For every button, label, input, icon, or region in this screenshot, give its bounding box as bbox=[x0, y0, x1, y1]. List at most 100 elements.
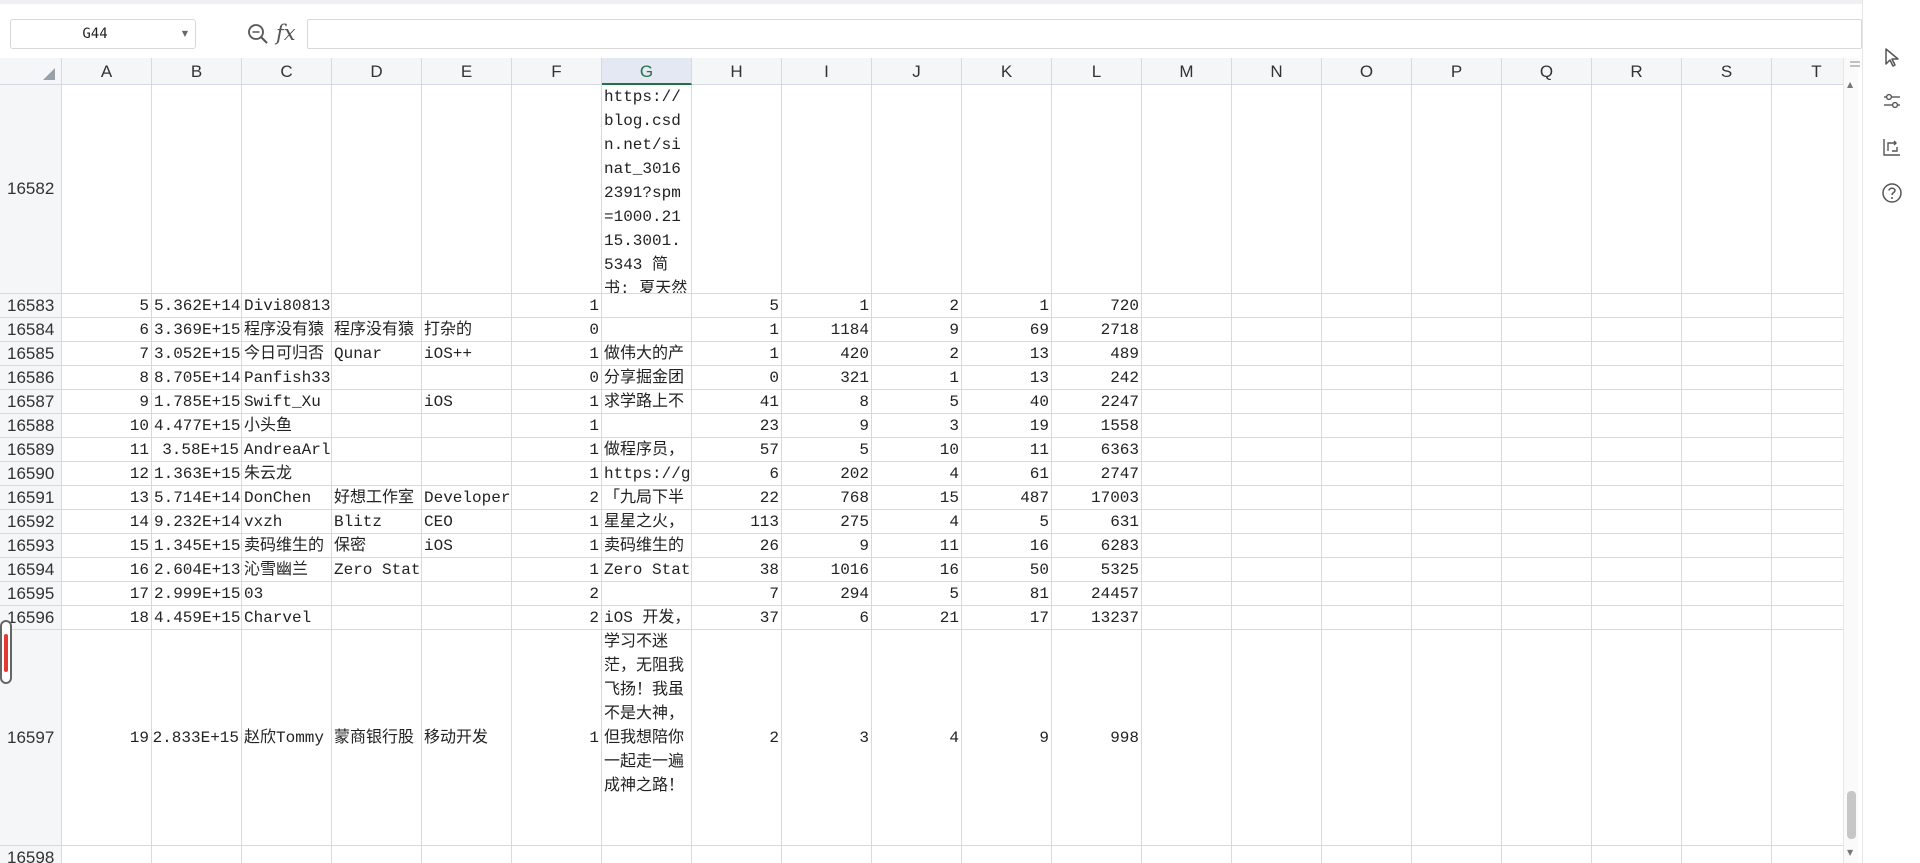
cell-h16595[interactable]: 7 bbox=[692, 582, 782, 606]
cell-a16582[interactable] bbox=[62, 85, 152, 294]
cell-l16593[interactable]: 6283 bbox=[1052, 534, 1142, 558]
cell-n16583[interactable] bbox=[1232, 294, 1322, 318]
cell-n16586[interactable] bbox=[1232, 366, 1322, 390]
cell-l16592[interactable]: 631 bbox=[1052, 510, 1142, 534]
cell-b16588[interactable]: 4.477E+15 bbox=[152, 414, 242, 438]
cell-h16585[interactable]: 1 bbox=[692, 342, 782, 366]
cell-h16588[interactable]: 23 bbox=[692, 414, 782, 438]
row-header[interactable]: 16585 bbox=[0, 342, 62, 366]
cell-p16594[interactable] bbox=[1412, 558, 1502, 582]
cell-s16589[interactable] bbox=[1682, 438, 1772, 462]
cell-e16593[interactable]: iOS bbox=[422, 534, 512, 558]
cell-q16585[interactable] bbox=[1502, 342, 1592, 366]
cell-r16591[interactable] bbox=[1592, 486, 1682, 510]
cell-b16582[interactable] bbox=[152, 85, 242, 294]
cell-s16592[interactable] bbox=[1682, 510, 1772, 534]
cell-m16590[interactable] bbox=[1142, 462, 1232, 486]
cell-g16586[interactable]: 分享掘金团 bbox=[602, 366, 692, 390]
column-header-o[interactable]: O bbox=[1322, 58, 1412, 85]
cell-d16586[interactable] bbox=[332, 366, 422, 390]
cell-s16598[interactable] bbox=[1682, 846, 1772, 863]
cell-c16598[interactable] bbox=[242, 846, 332, 863]
cell-g16583[interactable] bbox=[602, 294, 692, 318]
cell-s16593[interactable] bbox=[1682, 534, 1772, 558]
cell-e16592[interactable]: CEO bbox=[422, 510, 512, 534]
cell-e16587[interactable]: iOS bbox=[422, 390, 512, 414]
cell-e16582[interactable] bbox=[422, 85, 512, 294]
row-header[interactable]: 16594 bbox=[0, 558, 62, 582]
cell-c16582[interactable] bbox=[242, 85, 332, 294]
cell-a16587[interactable]: 9 bbox=[62, 390, 152, 414]
cell-r16586[interactable] bbox=[1592, 366, 1682, 390]
cell-m16587[interactable] bbox=[1142, 390, 1232, 414]
cell-n16582[interactable] bbox=[1232, 85, 1322, 294]
cell-h16584[interactable]: 1 bbox=[692, 318, 782, 342]
row-header[interactable]: 16587 bbox=[0, 390, 62, 414]
cell-e16586[interactable] bbox=[422, 366, 512, 390]
cell-n16592[interactable] bbox=[1232, 510, 1322, 534]
cell-f16582[interactable] bbox=[512, 85, 602, 294]
cell-i16589[interactable]: 5 bbox=[782, 438, 872, 462]
cell-q16584[interactable] bbox=[1502, 318, 1592, 342]
cell-r16594[interactable] bbox=[1592, 558, 1682, 582]
cell-e16583[interactable] bbox=[422, 294, 512, 318]
cell-e16585[interactable]: iOS++ bbox=[422, 342, 512, 366]
cell-f16592[interactable]: 1 bbox=[512, 510, 602, 534]
cell-b16595[interactable]: 2.999E+15 bbox=[152, 582, 242, 606]
cell-m16588[interactable] bbox=[1142, 414, 1232, 438]
column-header-r[interactable]: R bbox=[1592, 58, 1682, 85]
cell-b16590[interactable]: 1.363E+15 bbox=[152, 462, 242, 486]
cell-p16583[interactable] bbox=[1412, 294, 1502, 318]
cell-h16597[interactable]: 2 bbox=[692, 630, 782, 846]
cell-d16591[interactable]: 好想工作室 bbox=[332, 486, 422, 510]
cell-s16587[interactable] bbox=[1682, 390, 1772, 414]
transform-icon[interactable] bbox=[1881, 136, 1903, 158]
cell-d16597[interactable]: 蒙商银行股 bbox=[332, 630, 422, 846]
name-box[interactable]: G44 ▼ bbox=[10, 19, 196, 49]
cell-k16589[interactable]: 11 bbox=[962, 438, 1052, 462]
cell-t16582[interactable] bbox=[1772, 85, 1843, 294]
cell-c16596[interactable]: Charvel bbox=[242, 606, 332, 630]
cell-j16597[interactable]: 4 bbox=[872, 630, 962, 846]
cell-k16592[interactable]: 5 bbox=[962, 510, 1052, 534]
cell-l16587[interactable]: 2247 bbox=[1052, 390, 1142, 414]
cell-n16594[interactable] bbox=[1232, 558, 1322, 582]
cell-f16584[interactable]: 0 bbox=[512, 318, 602, 342]
column-header-d[interactable]: D bbox=[332, 58, 422, 85]
cell-m16583[interactable] bbox=[1142, 294, 1232, 318]
cell-e16597[interactable]: 移动开发 bbox=[422, 630, 512, 846]
cell-n16598[interactable] bbox=[1232, 846, 1322, 863]
cell-o16592[interactable] bbox=[1322, 510, 1412, 534]
cell-a16590[interactable]: 12 bbox=[62, 462, 152, 486]
cell-o16593[interactable] bbox=[1322, 534, 1412, 558]
cell-q16582[interactable] bbox=[1502, 85, 1592, 294]
cell-d16582[interactable] bbox=[332, 85, 422, 294]
function-icon[interactable]: fx bbox=[276, 18, 302, 48]
cell-i16588[interactable]: 9 bbox=[782, 414, 872, 438]
cell-k16585[interactable]: 13 bbox=[962, 342, 1052, 366]
cell-i16595[interactable]: 294 bbox=[782, 582, 872, 606]
cell-m16591[interactable] bbox=[1142, 486, 1232, 510]
cell-g16595[interactable] bbox=[602, 582, 692, 606]
cell-c16587[interactable]: Swift_Xu bbox=[242, 390, 332, 414]
column-header-q[interactable]: Q bbox=[1502, 58, 1592, 85]
cell-q16597[interactable] bbox=[1502, 630, 1592, 846]
cell-g16593[interactable]: 卖码维生的 bbox=[602, 534, 692, 558]
cell-t16598[interactable] bbox=[1772, 846, 1843, 863]
cell-h16587[interactable]: 41 bbox=[692, 390, 782, 414]
column-header-b[interactable]: B bbox=[152, 58, 242, 85]
cell-h16590[interactable]: 6 bbox=[692, 462, 782, 486]
cell-q16593[interactable] bbox=[1502, 534, 1592, 558]
cell-b16586[interactable]: 8.705E+14 bbox=[152, 366, 242, 390]
cell-r16596[interactable] bbox=[1592, 606, 1682, 630]
cell-f16594[interactable]: 1 bbox=[512, 558, 602, 582]
cell-q16591[interactable] bbox=[1502, 486, 1592, 510]
cell-f16585[interactable]: 1 bbox=[512, 342, 602, 366]
cell-f16597[interactable]: 1 bbox=[512, 630, 602, 846]
cell-s16595[interactable] bbox=[1682, 582, 1772, 606]
cell-l16591[interactable]: 17003 bbox=[1052, 486, 1142, 510]
cursor-icon[interactable] bbox=[1881, 46, 1903, 68]
cell-l16597[interactable]: 998 bbox=[1052, 630, 1142, 846]
cell-g16590[interactable]: https://gi bbox=[602, 462, 692, 486]
cell-m16586[interactable] bbox=[1142, 366, 1232, 390]
